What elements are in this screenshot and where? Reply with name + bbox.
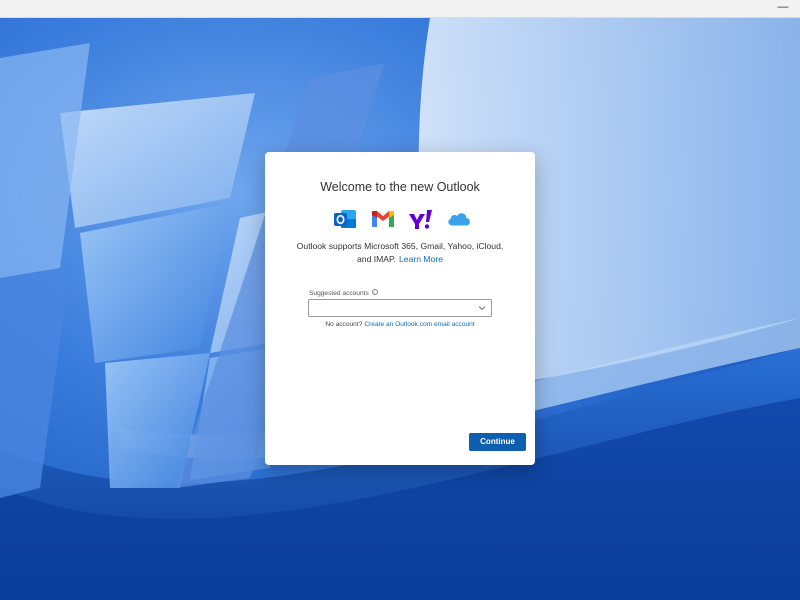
yahoo-icon xyxy=(408,207,434,231)
suggested-accounts-text: Suggested accounts xyxy=(309,290,369,297)
chevron-down-icon xyxy=(478,306,486,311)
icloud-icon xyxy=(446,207,472,231)
info-icon[interactable]: i xyxy=(371,289,378,295)
create-account-link[interactable]: Create an Outlook.com email account xyxy=(364,321,474,328)
no-account-text: No account? xyxy=(325,321,363,328)
minimize-button[interactable]: — xyxy=(774,1,792,15)
suggested-accounts-dropdown[interactable] xyxy=(308,299,492,317)
continue-button[interactable]: Continue xyxy=(469,433,526,451)
dialog-description: Outlook supports Microsoft 365, Gmail, Y… xyxy=(295,240,505,266)
window-titlebar: — xyxy=(0,0,800,18)
dialog-title: Welcome to the new Outlook xyxy=(320,180,480,194)
suggested-accounts-label: Suggested accounts i xyxy=(309,289,378,297)
gmail-icon xyxy=(370,207,396,231)
provider-icons xyxy=(332,207,472,231)
welcome-dialog: Welcome to the new Outlook Outlook suppo… xyxy=(265,152,535,465)
no-account-row: No account? Create an Outlook.com email a… xyxy=(265,321,535,328)
outlook-icon xyxy=(332,207,358,231)
learn-more-link[interactable]: Learn More xyxy=(399,254,443,264)
